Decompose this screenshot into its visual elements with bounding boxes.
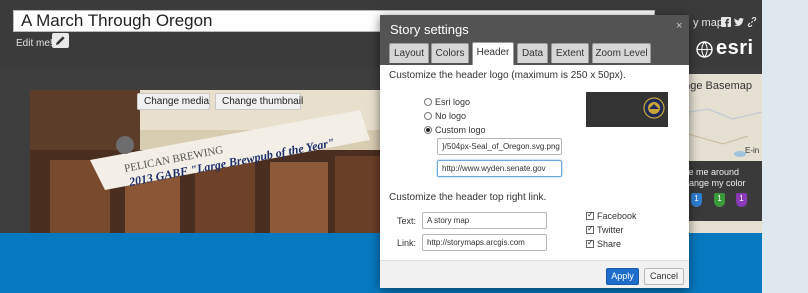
cancel-button[interactable]: Cancel (644, 268, 684, 285)
map-place-label: E-in (745, 146, 760, 155)
logo-preview (586, 92, 668, 127)
map-pin-purple[interactable]: 1 (736, 193, 747, 207)
checkbox-facebook[interactable]: Facebook (586, 210, 637, 221)
tab-zoom-level[interactable]: Zoom Level (592, 43, 651, 63)
text-field-label: Text: (397, 216, 417, 226)
logo-url-field[interactable]: }/504px-Seal_of_Oregon.svg.png (437, 138, 562, 155)
checkbox-twitter[interactable]: Twitter (586, 224, 624, 235)
oregon-seal-image (643, 97, 665, 119)
checkbox-share[interactable]: Share (586, 238, 622, 249)
checkbox[interactable] (586, 210, 594, 220)
popup-line-1: ve me around (684, 167, 740, 177)
tab-layout[interactable]: Layout (389, 43, 429, 63)
close-icon[interactable]: × (676, 20, 682, 32)
dialog-footer: Apply Cancel (380, 260, 689, 288)
link-url-field[interactable]: http://storymaps.arcgis.com (422, 234, 547, 251)
apply-button[interactable]: Apply (606, 268, 639, 285)
story-map-builder: A March Through Oregon Edit me! PELICAN … (0, 0, 808, 293)
map-pin-blue[interactable]: 1 (691, 193, 702, 207)
esri-brand-text: esri (716, 37, 754, 59)
radio-label: No logo (435, 111, 467, 121)
facebook-icon[interactable] (721, 17, 731, 27)
checkbox-label: Share (597, 239, 622, 249)
radio-label: Esri logo (435, 97, 471, 107)
logo-link-field[interactable]: http://www.wyden.senate.gov (437, 160, 562, 177)
twitter-icon[interactable] (734, 17, 744, 27)
side-strip (762, 0, 808, 293)
radio-button[interactable] (424, 112, 432, 120)
link-text-field[interactable]: A story map (422, 212, 547, 229)
dialog-title: Story settings (390, 22, 469, 37)
tab-extent[interactable]: Extent (551, 43, 589, 63)
radio-esri-logo[interactable]: Esri logo (424, 97, 470, 107)
story-map-link[interactable]: y map (693, 17, 723, 29)
story-settings-dialog: Story settings × Layout Colors Header Da… (380, 15, 689, 288)
change-thumbnail-button[interactable]: Change thumbnail (215, 93, 303, 110)
edit-me-label: Edit me! (16, 38, 53, 49)
brewery-photo: PELICAN BREWING 2013 GABF "Large Brewpub… (30, 90, 382, 233)
pencil-icon (56, 36, 65, 45)
popup-line-2: hange my color (684, 178, 746, 188)
map-pin-green[interactable]: 1 (714, 193, 725, 207)
dialog-header: Story settings × Layout Colors Header Da… (380, 15, 689, 65)
tab-data[interactable]: Data (517, 43, 548, 63)
checkbox[interactable] (586, 224, 594, 234)
logo-section-title: Customize the header logo (maximum is 25… (389, 70, 626, 81)
radio-button-selected[interactable] (424, 126, 432, 134)
radio-button[interactable] (424, 98, 432, 106)
tab-colors[interactable]: Colors (431, 43, 469, 63)
share-link-icon[interactable] (747, 17, 757, 27)
tab-header[interactable]: Header (472, 42, 514, 65)
link-field-label: Link: (397, 238, 417, 248)
checkbox-label: Twitter (597, 225, 624, 235)
radio-label: Custom logo (435, 125, 486, 135)
radio-custom-logo[interactable]: Custom logo (424, 125, 486, 135)
edit-logo-button[interactable] (52, 33, 69, 48)
checkbox-label: Facebook (597, 211, 637, 221)
map-popup: ve me around hange my color (678, 161, 762, 221)
change-basemap-button[interactable]: ange Basemap (678, 80, 752, 92)
radio-no-logo[interactable]: No logo (424, 111, 466, 121)
media-image: PELICAN BREWING 2013 GABF "Large Brewpub… (30, 90, 382, 233)
link-section-title: Customize the header top right link. (389, 192, 547, 203)
change-media-button[interactable]: Change media (137, 93, 210, 110)
globe-icon (696, 41, 713, 58)
checkbox[interactable] (586, 238, 594, 248)
